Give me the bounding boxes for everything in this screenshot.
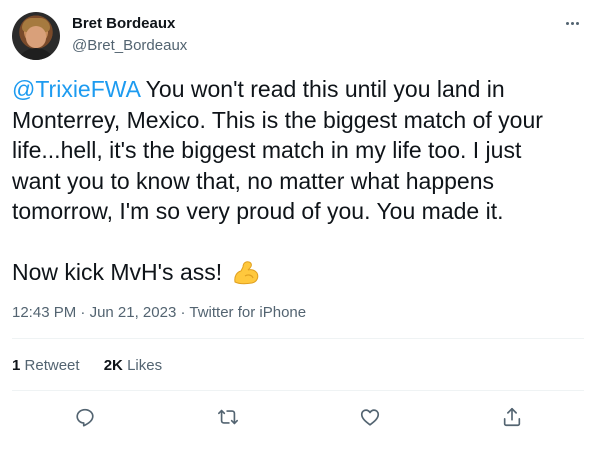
avatar-face	[26, 26, 46, 48]
avatar[interactable]	[12, 12, 60, 60]
retweet-icon[interactable]	[213, 402, 243, 432]
avatar-shirt	[16, 48, 56, 60]
tweet-source[interactable]: Twitter for iPhone	[189, 304, 306, 321]
meta-separator: ·	[176, 304, 190, 321]
retweets-count: 1	[12, 357, 21, 374]
likes-count: 2K	[103, 357, 123, 374]
tweet-actions	[12, 400, 584, 434]
meta-separator: ·	[76, 304, 90, 321]
tweet-paragraph-2: Now kick MvH's ass!	[12, 257, 552, 288]
divider	[12, 390, 584, 391]
share-icon[interactable]	[497, 402, 527, 432]
display-name[interactable]: Bret Bordeaux	[72, 14, 187, 34]
divider	[12, 338, 584, 339]
tweet-header: Bret Bordeaux @Bret_Bordeaux	[12, 12, 584, 60]
mention-link[interactable]: @TrixieFWA	[12, 76, 140, 102]
retweets-label: Retweet	[24, 357, 80, 374]
flexed-biceps-emoji	[233, 260, 258, 284]
likes-label: Likes	[127, 357, 163, 374]
tweet-meta: 12:43 PM · Jun 21, 2023 · Twitter for iP…	[12, 303, 306, 323]
reply-icon[interactable]	[70, 402, 100, 432]
likes-stat[interactable]: 2K Likes	[104, 356, 162, 376]
ellipsis-icon[interactable]	[560, 14, 584, 32]
user-handle[interactable]: @Bret_Bordeaux	[72, 36, 187, 56]
tweet-stats: 1 Retweet 2K Likes	[12, 356, 182, 376]
tweet-paragraph-2-text: Now kick MvH's ass!	[12, 258, 229, 285]
heart-icon[interactable]	[355, 402, 385, 432]
tweet-date[interactable]: Jun 21, 2023	[90, 304, 177, 321]
tweet-text: @TrixieFWA You won't read this until you…	[12, 74, 552, 287]
tweet-paragraph-1: @TrixieFWA You won't read this until you…	[12, 74, 552, 227]
tweet: Bret Bordeaux @Bret_Bordeaux @TrixieFWA …	[0, 0, 596, 454]
retweets-stat[interactable]: 1 Retweet	[12, 356, 80, 376]
tweet-time[interactable]: 12:43 PM	[12, 304, 76, 321]
user-names: Bret Bordeaux @Bret_Bordeaux	[72, 14, 187, 56]
